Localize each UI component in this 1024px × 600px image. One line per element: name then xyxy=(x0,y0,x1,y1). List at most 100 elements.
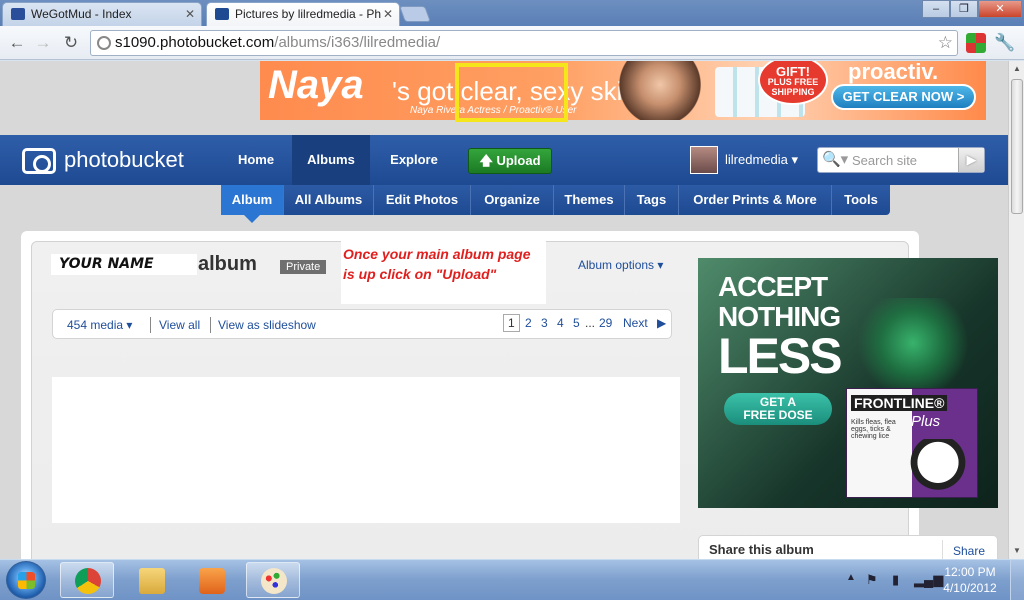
subnav-themes[interactable]: Themes xyxy=(554,185,625,215)
proactiv-banner-ad[interactable]: Naya 's got clear, sexy skin! Naya River… xyxy=(260,61,986,120)
wegotmud-favicon-icon xyxy=(11,8,25,20)
tab-wegotmud[interactable]: WeGotMud - Index ✕ xyxy=(2,2,202,26)
windows-logo-icon xyxy=(18,572,35,589)
instruction-note: Once your main album page is up click on… xyxy=(341,241,546,304)
forward-arrow-icon[interactable]: → xyxy=(32,32,54,54)
arrow-up-icon: 🡅 xyxy=(479,153,493,168)
scroll-thumb[interactable] xyxy=(1011,79,1023,214)
username-menu[interactable]: lilredmedia ▾ xyxy=(725,135,798,185)
show-desktop-button[interactable] xyxy=(1010,560,1024,600)
gift-line3: SHIPPING xyxy=(771,87,815,97)
gift-line2: PLUS FREE xyxy=(767,77,819,87)
page-4[interactable]: 4 xyxy=(557,316,564,330)
close-tab-icon[interactable]: ✕ xyxy=(185,3,195,25)
ad-splash-image xyxy=(848,298,978,388)
nav-albums[interactable]: Albums xyxy=(292,135,370,185)
view-slideshow-link[interactable]: View as slideshow xyxy=(218,318,316,332)
album-title: album xyxy=(198,253,257,275)
search-go-button[interactable]: ▶ xyxy=(958,148,984,172)
frontline-ad[interactable]: ACCEPT NOTHING LESS GET A FREE DOSE FRON… xyxy=(698,258,998,508)
next-page-link[interactable]: Next xyxy=(623,316,648,330)
avatar[interactable] xyxy=(690,146,718,174)
free-dose-button[interactable]: GET A FREE DOSE xyxy=(724,393,832,425)
photo-grid-area xyxy=(52,377,680,523)
close-tab-icon[interactable]: ✕ xyxy=(383,3,393,25)
divider xyxy=(150,317,151,333)
back-arrow-icon[interactable]: ← xyxy=(6,32,28,54)
subnav-organize[interactable]: Organize xyxy=(471,185,554,215)
show-hidden-icons-arrow[interactable]: ▲ xyxy=(846,572,856,583)
subnav-all-albums[interactable]: All Albums xyxy=(284,185,374,215)
search-input[interactable]: Search site xyxy=(852,153,917,168)
start-button[interactable] xyxy=(6,561,46,599)
page-ellipsis: ... xyxy=(585,316,596,330)
nav-explore[interactable]: Explore xyxy=(375,135,453,185)
product-name: FRONTLINE® xyxy=(851,395,948,411)
web-page: Naya 's got clear, sexy skin! Naya River… xyxy=(0,61,1008,559)
album-sub-nav: Album All Albums Edit Photos Organize Th… xyxy=(221,185,890,223)
subnav-tools[interactable]: Tools xyxy=(832,185,890,215)
cta-line2: FREE DOSE xyxy=(743,408,813,422)
page-2[interactable]: 2 xyxy=(525,316,532,330)
globe-icon xyxy=(97,36,111,50)
logo-text: photobucket xyxy=(64,147,184,172)
privacy-badge: Private xyxy=(280,260,327,274)
taskbar-paint[interactable] xyxy=(246,562,300,598)
photobucket-favicon-icon xyxy=(215,8,229,20)
system-clock[interactable]: 12:00 PM 4/10/2012 xyxy=(935,564,1005,596)
search-icon: 🔍▾ xyxy=(822,151,849,168)
product-desc: Kills fleas, flea eggs, ticks & chewing … xyxy=(851,419,896,440)
taskbar-chrome[interactable] xyxy=(60,562,114,598)
gift-line1: GIFT! xyxy=(776,64,810,79)
upload-highlight-box xyxy=(455,63,568,122)
reload-icon[interactable]: ↻ xyxy=(60,32,82,54)
scroll-up-arrow-icon[interactable]: ▲ xyxy=(1009,61,1024,77)
clock-time: 12:00 PM xyxy=(944,565,996,579)
upload-button[interactable]: 🡅 Upload xyxy=(468,148,552,174)
maximize-button[interactable]: ❐ xyxy=(950,0,978,18)
subnav-tags[interactable]: Tags xyxy=(625,185,679,215)
view-all-link[interactable]: View all xyxy=(159,318,200,332)
next-arrow-icon[interactable]: ▶ xyxy=(657,316,666,330)
page-5[interactable]: 5 xyxy=(573,316,580,330)
chrome-icon xyxy=(75,568,101,594)
paint-palette-icon xyxy=(261,568,287,594)
camera-icon xyxy=(22,148,56,174)
browser-toolbar: ← → ↻ s1090.photobucket.com/albums/i363/… xyxy=(0,26,1024,60)
share-link[interactable]: Share xyxy=(953,544,985,558)
taskbar-explorer[interactable] xyxy=(124,562,178,598)
vertical-scrollbar[interactable]: ▲ ▼ xyxy=(1008,61,1024,559)
extension-icon[interactable] xyxy=(966,33,986,53)
subnav-album[interactable]: Album xyxy=(221,185,284,223)
nav-home[interactable]: Home xyxy=(224,135,288,185)
tab-photobucket[interactable]: Pictures by lilredmedia - Ph ✕ xyxy=(206,2,400,26)
album-options-menu[interactable]: Album options ▾ xyxy=(578,258,663,272)
clock-date: 4/10/2012 xyxy=(943,581,997,595)
ad-headline: ACCEPT NOTHING xyxy=(718,272,841,332)
page-1[interactable]: 1 xyxy=(503,314,520,332)
battery-icon[interactable]: ▮ xyxy=(892,572,899,588)
taskbar-media-player[interactable] xyxy=(184,562,238,598)
media-count-dropdown[interactable]: 454 media ▾ xyxy=(67,318,132,332)
subnav-order-prints[interactable]: Order Prints & More xyxy=(679,185,832,215)
address-bar[interactable]: s1090.photobucket.com/albums/i363/lilred… xyxy=(90,30,958,56)
search-box[interactable]: 🔍▾ Search site ▶ xyxy=(817,147,985,173)
page-3[interactable]: 3 xyxy=(541,316,548,330)
wrench-menu-icon[interactable]: 🔧 xyxy=(994,32,1016,54)
scroll-down-arrow-icon[interactable]: ▼ xyxy=(1009,543,1024,559)
page-29[interactable]: 29 xyxy=(599,316,612,330)
ad-gift-badge: GIFT! PLUS FREE SHIPPING xyxy=(758,61,828,105)
minimize-button[interactable]: – xyxy=(922,0,950,18)
ad-brand: proactiv. xyxy=(848,61,939,84)
get-clear-now-button[interactable]: GET CLEAR NOW > xyxy=(831,84,976,110)
browser-tab-strip: WeGotMud - Index ✕ Pictures by lilredmed… xyxy=(0,0,1024,26)
divider xyxy=(210,317,211,333)
action-center-flag-icon[interactable]: ⚑ xyxy=(866,572,878,588)
url-host: s1090.photobucket.com xyxy=(115,34,275,51)
ad-line3: LESS xyxy=(718,328,843,384)
new-tab-button[interactable] xyxy=(399,6,431,22)
close-window-button[interactable]: ✕ xyxy=(978,0,1022,18)
bookmark-star-icon[interactable]: ☆ xyxy=(938,31,953,55)
subnav-edit-photos[interactable]: Edit Photos xyxy=(374,185,471,215)
media-player-icon xyxy=(199,568,225,594)
